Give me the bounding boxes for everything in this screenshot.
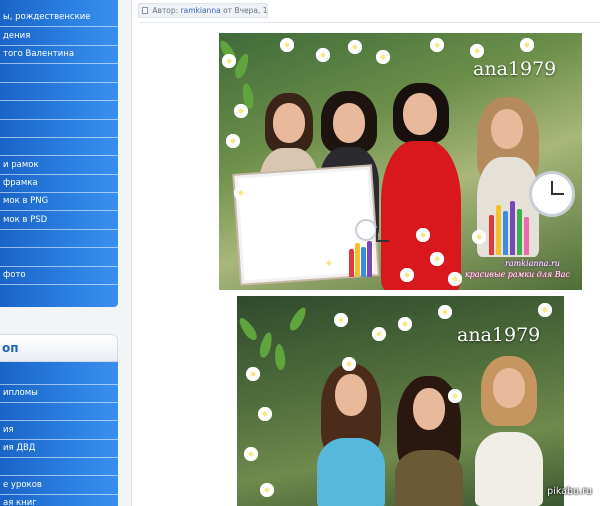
flower-icon xyxy=(397,316,413,332)
sidebar-item[interactable] xyxy=(0,138,118,156)
photo-person xyxy=(315,364,387,506)
flower-icon xyxy=(315,47,331,63)
flower-icon xyxy=(347,39,363,55)
sidebar-item[interactable] xyxy=(0,229,118,247)
flower-icon xyxy=(321,255,337,271)
sidebar-item[interactable] xyxy=(0,64,118,82)
sidebar-item[interactable]: е уроков xyxy=(0,476,118,494)
photo-frame-image-2[interactable]: ana1979 xyxy=(237,296,564,506)
flower-icon xyxy=(469,43,485,59)
sidebar: ы, рождественские дения того Валентина и… xyxy=(0,0,118,506)
leaf-decoration xyxy=(273,343,287,371)
sidebar-menu-shop: ипломы ия ия ДВД е уроков ая книг xyxy=(0,362,118,506)
flower-icon xyxy=(233,103,249,119)
sidebar-item[interactable]: мок в PSD xyxy=(0,211,118,229)
frame-caption: красивые рамки для Вас xyxy=(465,270,570,279)
sidebar-item[interactable] xyxy=(0,458,118,476)
sidebar-item[interactable] xyxy=(0,248,118,266)
flower-icon xyxy=(447,388,463,404)
sidebar-item[interactable]: фрамка xyxy=(0,174,118,192)
photo-frame-image-1[interactable]: ana1979 ramkianna.ru красивые рамки для … xyxy=(219,33,582,290)
flower-icon xyxy=(519,37,535,53)
sidebar-item[interactable]: мок в PNG xyxy=(0,192,118,210)
author-link[interactable]: ramkianna xyxy=(181,6,221,15)
post-date: Вчера, 14:27 xyxy=(234,6,268,15)
site-watermark: ramkianna.ru xyxy=(505,259,560,268)
pikabu-watermark: pikabu.ru xyxy=(547,486,592,497)
post-author-bar: Автор: ramkianna от Вчера, 14:27 xyxy=(138,3,268,18)
pencils-decoration xyxy=(349,241,379,277)
sidebar-item[interactable] xyxy=(0,119,118,137)
flower-icon xyxy=(415,227,431,243)
page: ы, рождественские дения того Валентина и… xyxy=(0,0,600,506)
sidebar-item[interactable]: ипломы xyxy=(0,384,118,402)
flower-icon xyxy=(429,251,445,267)
sidebar-item[interactable]: дения xyxy=(0,27,118,45)
photo-person xyxy=(381,83,461,290)
flower-icon xyxy=(371,326,387,342)
flower-icon xyxy=(333,312,349,328)
sidebar-section-header: оп xyxy=(0,334,118,362)
sidebar-section-title: оп xyxy=(2,341,19,355)
flower-icon xyxy=(279,37,295,53)
flower-icon xyxy=(537,302,553,318)
leaf-decoration xyxy=(237,315,260,343)
photo-person xyxy=(473,356,545,506)
sidebar-item[interactable]: ая книг xyxy=(0,494,118,506)
flower-icon xyxy=(341,356,357,372)
sidebar-item[interactable]: того Валентина xyxy=(0,45,118,63)
leaf-decoration xyxy=(287,305,309,333)
flower-icon xyxy=(471,229,487,245)
sidebar-item[interactable] xyxy=(0,403,118,421)
flower-icon xyxy=(429,37,445,53)
flower-icon xyxy=(399,267,415,283)
sidebar-item[interactable] xyxy=(0,101,118,119)
sidebar-item[interactable]: и рамок xyxy=(0,156,118,174)
leaf-decoration xyxy=(257,331,275,359)
sidebar-item[interactable] xyxy=(0,367,118,385)
document-icon xyxy=(142,7,148,14)
date-prefix: от xyxy=(223,6,233,15)
flower-icon xyxy=(257,406,273,422)
watermark-text: ana1979 xyxy=(473,58,557,80)
flower-icon xyxy=(233,185,249,201)
sidebar-item[interactable]: ы, рождественские xyxy=(0,8,118,26)
sidebar-gap xyxy=(0,307,118,332)
watermark-text: ana1979 xyxy=(457,324,541,346)
author-label: Автор: xyxy=(152,6,179,15)
flower-icon xyxy=(447,271,463,287)
flower-icon xyxy=(437,304,453,320)
flower-icon xyxy=(243,446,259,462)
flower-icon xyxy=(259,482,275,498)
sidebar-item[interactable]: ия ДВД xyxy=(0,439,118,457)
alarm-clock-icon xyxy=(529,171,575,217)
flower-icon xyxy=(245,366,261,382)
sidebar-item[interactable]: ия xyxy=(0,421,118,439)
sidebar-menu-categories: ы, рождественские дения того Валентина и… xyxy=(0,0,118,307)
flower-icon xyxy=(375,49,391,65)
pencils-decoration xyxy=(489,199,535,255)
flower-icon xyxy=(225,133,241,149)
sidebar-item[interactable] xyxy=(0,82,118,100)
flower-icon xyxy=(221,53,237,69)
post-divider xyxy=(140,22,600,23)
alarm-clock-icon xyxy=(355,219,389,242)
sidebar-item[interactable]: фото xyxy=(0,266,118,284)
sidebar-item[interactable] xyxy=(0,285,118,303)
